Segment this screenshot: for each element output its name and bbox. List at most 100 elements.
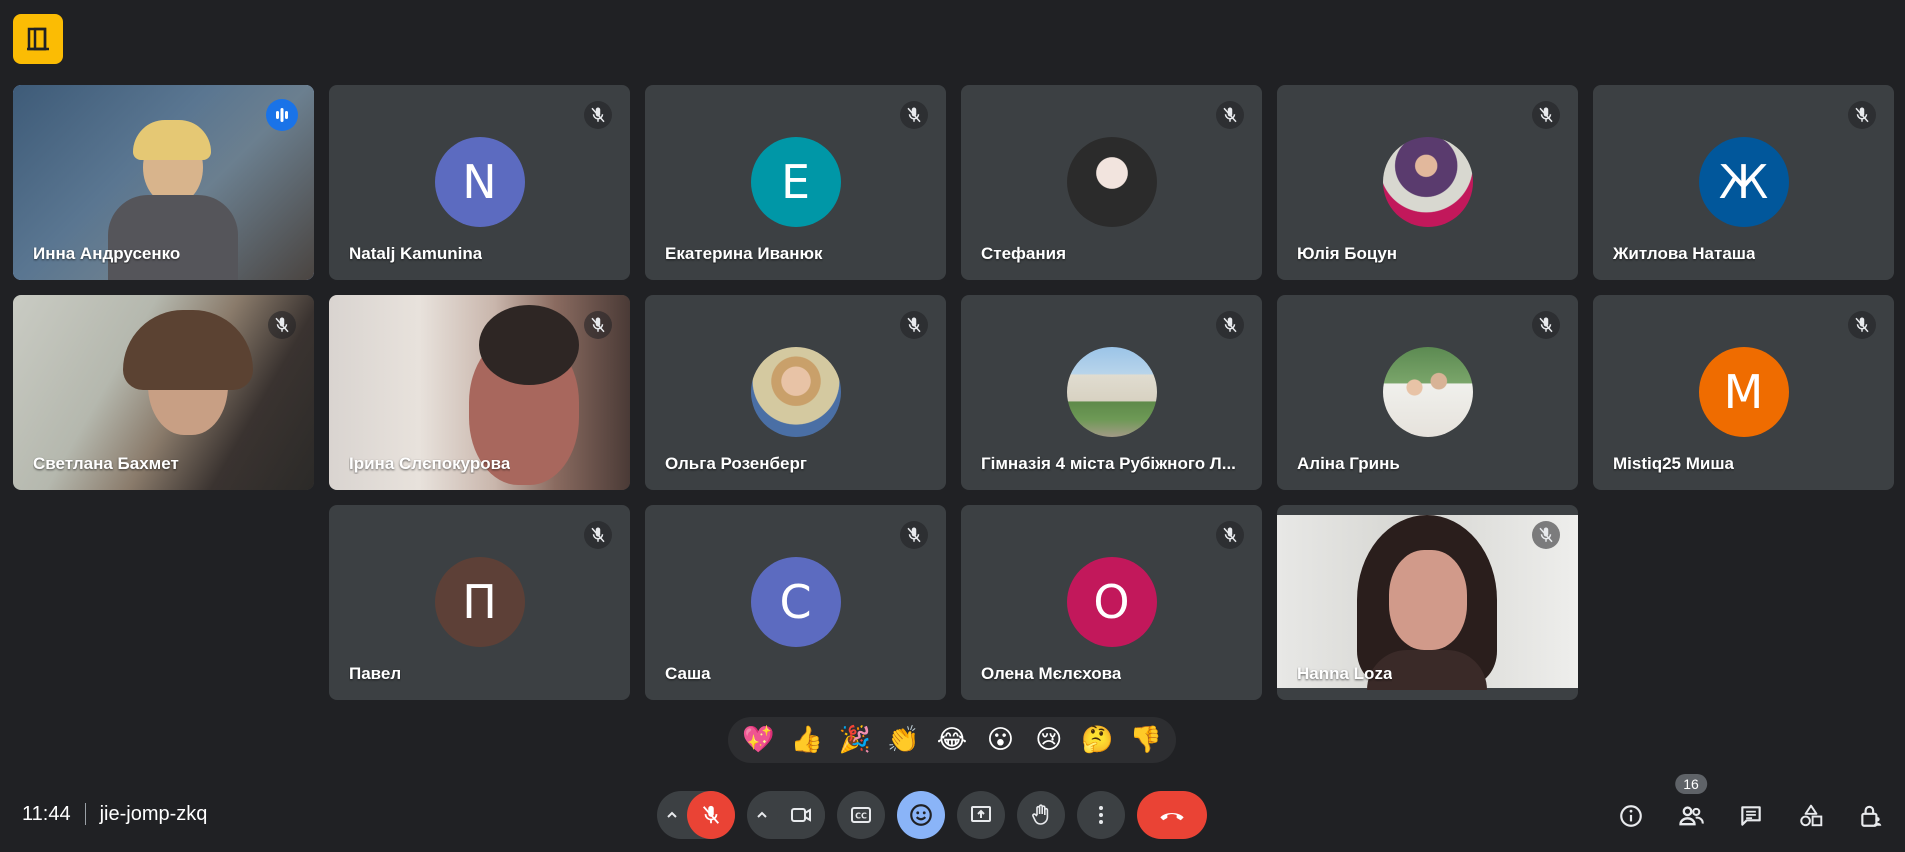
mic-off-icon [1216, 101, 1244, 129]
participant-name: Аліна Гринь [1297, 454, 1400, 473]
mic-off-icon [268, 311, 296, 339]
participant-photo [1066, 347, 1157, 437]
more-vert-icon [1099, 806, 1103, 824]
participant-tile[interactable]: E Екатерина Иванюк [645, 85, 946, 280]
closed-captions-icon: CC [851, 807, 871, 823]
mic-off-icon [900, 521, 928, 549]
raise-hand-button[interactable] [1017, 791, 1065, 839]
call-controls: CC [657, 790, 1219, 840]
reaction-surprised[interactable]: 😮 [979, 725, 1021, 755]
participant-tile[interactable]: Ольга Розенберг [645, 295, 946, 490]
participant-tile[interactable]: N Natalj Kamunina [329, 85, 630, 280]
participant-tile[interactable]: Hanna Loza [1277, 505, 1578, 700]
participant-tile[interactable]: Юлія Боцун [1277, 85, 1578, 280]
emoji-icon [910, 804, 932, 826]
participant-avatar: E [750, 137, 841, 227]
participant-name: Стефания [981, 244, 1067, 263]
speaking-indicator-icon [266, 99, 298, 131]
participant-avatar: С [750, 557, 841, 647]
reaction-sparkling-heart[interactable]: 💖 [737, 725, 779, 755]
mic-off-icon [1848, 311, 1876, 339]
participant-count-badge: 16 [1675, 774, 1707, 794]
mic-off-icon [1216, 521, 1244, 549]
chat-button[interactable] [1727, 792, 1775, 840]
participant-photo [1382, 347, 1473, 437]
meet-logo [13, 14, 63, 64]
mic-off-icon [900, 101, 928, 129]
video-options-chevron-icon[interactable] [747, 791, 777, 839]
participant-tile[interactable]: П Павел [329, 505, 630, 700]
divider [84, 803, 86, 825]
mic-toggle-button[interactable] [687, 791, 735, 839]
participant-tile[interactable]: Ірина Слєпокурова [329, 295, 630, 490]
participant-tile[interactable]: Ж Житлова Наташа [1593, 85, 1894, 280]
participant-tile[interactable]: Светлана Бахмет [13, 295, 314, 490]
participant-name: Гімназія 4 міста Рубіжного Л... [981, 454, 1236, 473]
participant-name: Hanna Loza [1297, 664, 1393, 683]
participant-name: Ірина Слєпокурова [349, 454, 511, 473]
participant-tile[interactable]: Стефания [961, 85, 1262, 280]
lock-person-icon [1861, 805, 1882, 827]
participant-name: Юлія Боцун [1297, 244, 1398, 263]
mic-control-group [657, 791, 735, 839]
video-camera-icon [791, 808, 811, 822]
present-screen-icon [971, 806, 991, 822]
camera-control-group [747, 791, 825, 839]
svg-text:CC: CC [855, 812, 867, 821]
present-screen-button[interactable] [957, 791, 1005, 839]
hand-icon [1032, 804, 1049, 825]
participant-tile[interactable]: Инна Андрусенко [13, 85, 314, 280]
meeting-details-button[interactable] [1607, 792, 1655, 840]
shapes-icon [1800, 804, 1823, 827]
activities-button[interactable] [1787, 792, 1835, 840]
mic-off-icon [1532, 311, 1560, 339]
participant-tile[interactable]: С Саша [645, 505, 946, 700]
side-panel-controls: 16 [1595, 774, 1895, 840]
participant-name: Mistiq25 Миша [1613, 454, 1734, 473]
participant-avatar: N [434, 137, 525, 227]
participant-name: Олена Мєлєхова [981, 664, 1122, 683]
mic-off-icon [900, 311, 928, 339]
participant-photo [750, 347, 841, 437]
participant-photo [1382, 137, 1473, 227]
mic-off-icon [584, 311, 612, 339]
participant-name: Инна Андрусенко [33, 244, 181, 263]
reaction-crying[interactable]: 😢 [1028, 725, 1070, 755]
captions-button[interactable]: CC [837, 791, 885, 839]
participant-name: Павел [349, 664, 402, 683]
more-options-button[interactable] [1077, 791, 1125, 839]
participant-name: Natalj Kamunina [349, 244, 483, 263]
camera-toggle-button[interactable] [777, 791, 825, 839]
leave-call-button[interactable] [1137, 791, 1207, 839]
participant-avatar: Ж [1698, 137, 1789, 227]
participant-tile[interactable]: Аліна Гринь [1277, 295, 1578, 490]
reactions-button[interactable] [897, 791, 945, 839]
info-icon [1620, 805, 1642, 827]
participant-name: Екатерина Иванюк [665, 244, 823, 263]
participant-tile[interactable]: M Mistiq25 Миша [1593, 295, 1894, 490]
reaction-thumbs-down[interactable]: 👎 [1125, 725, 1167, 755]
participant-name: Светлана Бахмет [33, 454, 179, 473]
mic-off-icon [1532, 521, 1560, 549]
reaction-thinking[interactable]: 🤔 [1076, 725, 1118, 755]
people-icon [1679, 806, 1704, 826]
reactions-bar: 💖 👍 🎉 👏 😂 😮 😢 🤔 👎 [728, 717, 1176, 763]
audio-options-chevron-icon[interactable] [657, 791, 687, 839]
hang-up-icon [1160, 812, 1184, 821]
people-button[interactable]: 16 [1667, 774, 1715, 840]
host-controls-button[interactable] [1847, 792, 1895, 840]
mic-off-icon [1216, 311, 1244, 339]
participant-tile[interactable]: Гімназія 4 міста Рубіжного Л... [961, 295, 1262, 490]
participant-tile[interactable]: O Олена Мєлєхова [961, 505, 1262, 700]
participant-grid: Инна Андрусенко N Natalj Kamunina E Екат… [13, 85, 1894, 700]
chat-icon [1741, 806, 1761, 826]
participant-avatar: O [1066, 557, 1157, 647]
reaction-thumbs-up[interactable]: 👍 [786, 725, 828, 755]
participant-name: Саша [665, 664, 711, 683]
reaction-party-popper[interactable]: 🎉 [834, 725, 876, 755]
reaction-laughing[interactable]: 😂 [931, 725, 973, 755]
reaction-clapping[interactable]: 👏 [883, 725, 925, 755]
meeting-code: jie-jomp-zkq [99, 802, 208, 825]
mic-off-icon [584, 521, 612, 549]
participant-photo [1066, 137, 1157, 227]
